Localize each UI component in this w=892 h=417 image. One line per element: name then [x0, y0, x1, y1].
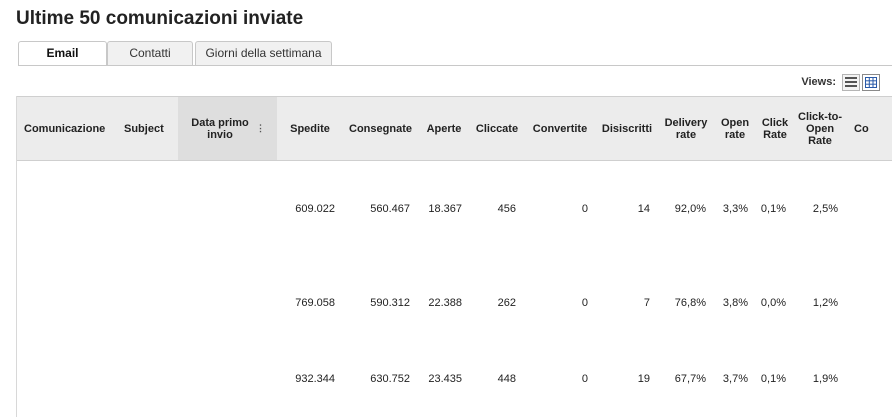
- cell-delivery-rate: 67,7%: [674, 373, 706, 385]
- cell-data-primo-invio: [178, 349, 277, 409]
- table-row[interactable]: 932.344 630.752 23.435 448 0 19 67,7% 3,…: [16, 349, 892, 409]
- cell-open-rate: 3,3%: [722, 203, 748, 215]
- cell-spedite: 769.058: [295, 297, 335, 309]
- column-header-cliccate[interactable]: Cliccate: [470, 96, 524, 161]
- cell-comunicazione[interactable]: [16, 349, 116, 409]
- column-header-label: Data primo invio: [191, 116, 249, 141]
- cell-disiscritti: 7: [643, 297, 650, 309]
- cell-click-to-open-rate: 1,9%: [812, 373, 838, 385]
- cell-subject: [116, 257, 178, 349]
- cell-open-rate: 3,8%: [722, 297, 748, 309]
- communications-table-container[interactable]: Comunicazione Subject Data primo invio⋮ …: [16, 96, 892, 417]
- cell-click-to-open-rate: 2,5%: [812, 203, 838, 215]
- column-header-consegnate[interactable]: Consegnate: [343, 96, 418, 161]
- table-row[interactable]: 609.022 560.467 18.367 456 0 14 92,0% 3,…: [16, 161, 892, 258]
- column-header-comunicazione[interactable]: Comunicazione: [16, 96, 116, 161]
- column-header-click-to-open-rate[interactable]: Click-to-Open Rate: [794, 96, 846, 161]
- cell-convertite: 0: [581, 373, 588, 385]
- cell-click-to-open-rate: 1,2%: [812, 297, 838, 309]
- cell-click-rate: 0,1%: [760, 373, 786, 385]
- tab-divider: [18, 65, 892, 66]
- cell-comunicazione[interactable]: [16, 257, 116, 349]
- tab-giorni-della-settimana[interactable]: Giorni della settimana: [195, 41, 332, 65]
- cell-cliccate: 448: [497, 373, 516, 385]
- grid-view-icon: [865, 76, 877, 88]
- cell-data-primo-invio: [178, 161, 277, 258]
- page-title: Ultime 50 comunicazioni inviate: [16, 8, 304, 29]
- cell-conversion: [846, 161, 892, 258]
- cell-subject: [116, 161, 178, 258]
- cell-open-rate: 3,7%: [722, 373, 748, 385]
- list-view-button[interactable]: [842, 73, 860, 91]
- cell-consegnate: 590.312: [370, 297, 410, 309]
- cell-subject: [116, 349, 178, 409]
- column-header-data-primo-invio[interactable]: Data primo invio ⋮: [178, 96, 277, 161]
- cell-aperte: 22.388: [428, 297, 462, 309]
- cell-disiscritti: 19: [637, 373, 650, 385]
- list-view-icon: [845, 77, 857, 87]
- cell-cliccate: 456: [497, 203, 516, 215]
- cell-delivery-rate: 92,0%: [674, 203, 706, 215]
- column-header-conversion[interactable]: Co: [846, 96, 892, 161]
- communications-table: Comunicazione Subject Data primo invio⋮ …: [16, 96, 892, 409]
- sort-descending-icon: ⋮: [256, 123, 265, 134]
- cell-disiscritti: 14: [637, 203, 650, 215]
- grid-view-button[interactable]: [862, 73, 880, 91]
- column-header-delivery-rate[interactable]: Delivery rate: [658, 96, 714, 161]
- column-header-convertite[interactable]: Convertite: [524, 96, 596, 161]
- views-label: Views:: [801, 76, 836, 88]
- cell-consegnate: 560.467: [370, 203, 410, 215]
- cell-click-rate: 0,1%: [760, 203, 786, 215]
- cell-delivery-rate: 76,8%: [674, 297, 706, 309]
- column-header-click-rate[interactable]: Click Rate: [756, 96, 794, 161]
- views-toolbar: Views:: [801, 72, 880, 92]
- column-header-aperte[interactable]: Aperte: [418, 96, 470, 161]
- cell-conversion: [846, 257, 892, 349]
- column-header-open-rate[interactable]: Open rate: [714, 96, 756, 161]
- cell-data-primo-invio: [178, 257, 277, 349]
- cell-comunicazione[interactable]: [16, 161, 116, 258]
- cell-convertite: 0: [581, 203, 588, 215]
- cell-click-rate: 0,0%: [760, 297, 786, 309]
- column-header-subject[interactable]: Subject: [116, 96, 178, 161]
- table-header-row: Comunicazione Subject Data primo invio⋮ …: [16, 96, 892, 161]
- tab-contatti[interactable]: Contatti: [107, 41, 193, 65]
- tab-email[interactable]: Email: [18, 41, 107, 66]
- cell-cliccate: 262: [497, 297, 516, 309]
- column-header-spedite[interactable]: Spedite: [277, 96, 343, 161]
- cell-conversion: [846, 349, 892, 409]
- cell-spedite: 932.344: [295, 373, 335, 385]
- cell-consegnate: 630.752: [370, 373, 410, 385]
- cell-spedite: 609.022: [295, 203, 335, 215]
- cell-convertite: 0: [581, 297, 588, 309]
- cell-aperte: 23.435: [428, 373, 462, 385]
- table-row[interactable]: 769.058 590.312 22.388 262 0 7 76,8% 3,8…: [16, 257, 892, 349]
- cell-aperte: 18.367: [428, 203, 462, 215]
- column-header-disiscritti[interactable]: Disiscritti: [596, 96, 658, 161]
